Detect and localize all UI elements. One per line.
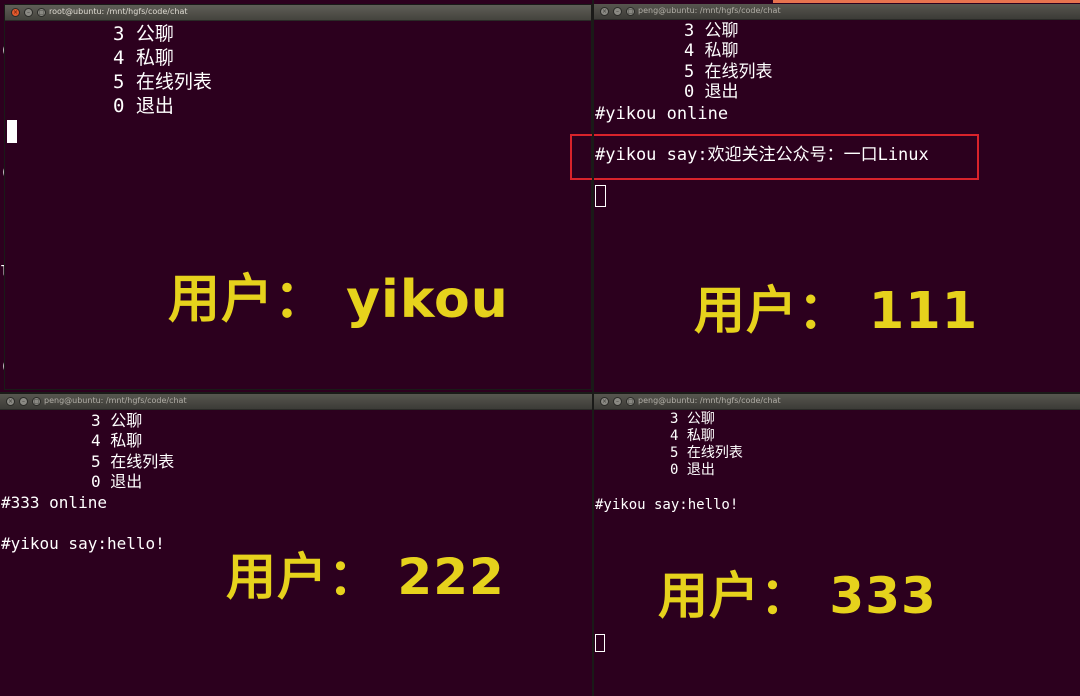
status-line: #yikou online [595, 104, 729, 124]
menu-line: 3 公聊 [113, 23, 174, 45]
text-cursor [595, 185, 606, 207]
menu-line: 0 退出 [684, 82, 739, 102]
window-divider [592, 0, 594, 696]
terminal-content[interactable]: 3 公聊 4 私聊 5 在线列表 0 退出 #yikou online #yik… [594, 20, 1080, 392]
close-icon[interactable]: × [11, 8, 20, 17]
window-titlebar[interactable]: × – □ root@ubuntu: /mnt/hgfs/code/chat [5, 5, 591, 21]
menu-line: 5 在线列表 [113, 71, 212, 93]
text-cursor [595, 634, 605, 652]
menu-line: 4 私聊 [113, 47, 174, 69]
menu-line: 4 私聊 [670, 428, 715, 444]
menu-line: 0 退出 [91, 472, 143, 491]
menu-line: 0 退出 [670, 462, 715, 478]
minimize-icon[interactable]: – [24, 8, 33, 17]
window-titlebar[interactable]: × – □ peng@ubuntu: /mnt/hgfs/code/chat [594, 4, 1080, 20]
window-title: peng@ubuntu: /mnt/hgfs/code/chat [44, 396, 187, 405]
menu-line: 0 退出 [113, 95, 174, 117]
status-line: #333 online [1, 493, 107, 512]
menu-line: 5 在线列表 [670, 445, 743, 461]
maximize-icon[interactable]: □ [32, 397, 41, 406]
menu-line: 3 公聊 [684, 21, 739, 41]
close-icon[interactable]: × [600, 7, 609, 16]
minimize-icon[interactable]: – [613, 397, 622, 406]
window-titlebar[interactable]: × – □ peng@ubuntu: /mnt/hgfs/code/chat [0, 394, 592, 410]
minimize-icon[interactable]: – [19, 397, 28, 406]
text-cursor [7, 120, 17, 143]
terminal-window-bottom-left[interactable]: × – □ peng@ubuntu: /mnt/hgfs/code/chat 3… [0, 394, 592, 696]
menu-line: 4 私聊 [91, 431, 143, 450]
message-line: #yikou say:hello! [1, 534, 165, 553]
terminal-window-top-right[interactable]: × – □ peng@ubuntu: /mnt/hgfs/code/chat 3… [594, 4, 1080, 392]
minimize-icon[interactable]: – [613, 7, 622, 16]
window-titlebar[interactable]: × – □ peng@ubuntu: /mnt/hgfs/code/chat [594, 394, 1080, 410]
message-highlight-box [570, 134, 979, 180]
maximize-icon[interactable]: □ [37, 8, 46, 17]
terminal-content[interactable]: 3 公聊 4 私聊 5 在线列表 0 退出 用户： yikou [5, 21, 591, 389]
terminal-window-top-left[interactable]: × – □ root@ubuntu: /mnt/hgfs/code/chat 3… [4, 4, 592, 390]
user-label-overlay: 用户： 333 [658, 567, 937, 625]
maximize-icon[interactable]: □ [626, 7, 635, 16]
window-title: root@ubuntu: /mnt/hgfs/code/chat [49, 7, 188, 16]
menu-line: 3 公聊 [91, 411, 143, 430]
close-icon[interactable]: × [6, 397, 15, 406]
terminal-content[interactable]: 3 公聊 4 私聊 5 在线列表 0 退出 #333 online #yikou… [0, 410, 592, 696]
terminal-content[interactable]: 3 公聊 4 私聊 5 在线列表 0 退出 #yikou say:hello! … [594, 410, 1080, 696]
message-line: #yikou say:hello! [595, 497, 739, 513]
user-label-overlay: 用户： yikou [168, 270, 509, 330]
close-icon[interactable]: × [600, 397, 609, 406]
maximize-icon[interactable]: □ [626, 397, 635, 406]
menu-line: 5 在线列表 [91, 452, 175, 471]
menu-line: 5 在线列表 [684, 62, 773, 82]
window-title: peng@ubuntu: /mnt/hgfs/code/chat [638, 396, 781, 405]
window-divider [0, 392, 1080, 394]
user-label-overlay: 用户： 111 [694, 282, 979, 341]
menu-line: 3 公聊 [670, 411, 715, 427]
background-edge-accent [773, 0, 1080, 3]
terminal-window-bottom-right[interactable]: × – □ peng@ubuntu: /mnt/hgfs/code/chat 3… [594, 394, 1080, 696]
user-label-overlay: 用户： 222 [226, 548, 505, 606]
menu-line: 4 私聊 [684, 41, 739, 61]
window-title: peng@ubuntu: /mnt/hgfs/code/chat [638, 6, 781, 15]
